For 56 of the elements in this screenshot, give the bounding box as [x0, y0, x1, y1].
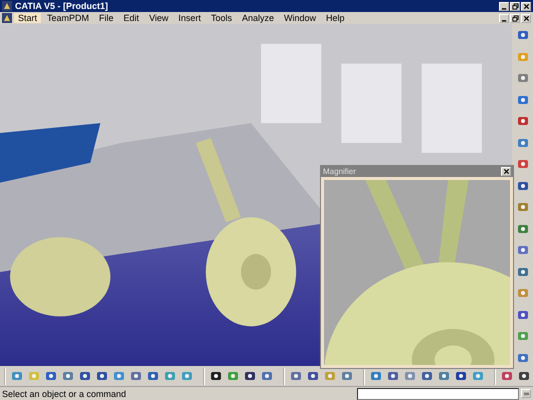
document-icon — [2, 13, 12, 23]
tool-icon — [436, 369, 450, 383]
tool-icon — [420, 369, 434, 383]
menu-item[interactable]: TeamPDM — [43, 13, 94, 23]
minimize-button[interactable] — [499, 14, 509, 22]
tool-icon — [146, 369, 160, 383]
tool-icon — [226, 369, 240, 383]
close-icon — [522, 2, 530, 10]
tool-icon — [368, 369, 382, 383]
menu-item[interactable]: Insert — [174, 13, 205, 23]
restore-button[interactable] — [510, 2, 520, 10]
tool-icon — [288, 369, 302, 383]
minimize-button[interactable] — [499, 2, 509, 10]
tool-icon — [340, 369, 354, 383]
restore-button[interactable] — [510, 14, 520, 22]
tool-icon — [112, 369, 126, 383]
command-input-field[interactable] — [357, 388, 519, 400]
app-icon — [2, 1, 12, 11]
menu-item[interactable]: Help — [322, 13, 349, 23]
menu-item[interactable]: File — [95, 13, 118, 23]
tool-icon — [516, 369, 530, 383]
tool-icon — [60, 369, 74, 383]
window-title: CATIA V5 - [Product1] — [15, 1, 108, 11]
tool-icon — [78, 369, 92, 383]
menu-item[interactable]: Tools — [206, 13, 236, 23]
tool-icon — [180, 369, 194, 383]
tool-icon — [162, 369, 176, 383]
close-button[interactable] — [521, 2, 531, 10]
tool-icon — [470, 369, 484, 383]
close-icon — [522, 14, 530, 22]
tool-icon — [402, 369, 416, 383]
menu-item[interactable]: Start — [14, 13, 42, 23]
tool-icon — [386, 369, 400, 383]
status-message: Select an object or a command — [2, 388, 126, 398]
bar-icon — [522, 390, 530, 397]
menu-item[interactable]: Analyze — [238, 13, 278, 23]
tool-icon — [260, 369, 274, 383]
command-button[interactable] — [521, 389, 531, 398]
tool-icon — [454, 369, 468, 383]
tool-icon — [306, 369, 320, 383]
tool-icon — [322, 369, 336, 383]
menu-item[interactable]: View — [145, 13, 172, 23]
menu-item[interactable]: Window — [280, 13, 320, 23]
close-button[interactable] — [521, 14, 531, 22]
close-icon — [502, 168, 510, 175]
tool-icon — [242, 369, 256, 383]
tool-icon — [44, 369, 58, 383]
tool-icon — [128, 369, 142, 383]
close-button[interactable] — [501, 167, 511, 176]
tool-icon — [500, 369, 514, 383]
magnifier-title: Magnifier — [323, 167, 356, 176]
tool-icon — [208, 369, 222, 383]
tool-icon — [26, 369, 40, 383]
tool-icon — [10, 369, 24, 383]
menu-item[interactable]: Edit — [120, 13, 144, 23]
tool-icon — [94, 369, 108, 383]
